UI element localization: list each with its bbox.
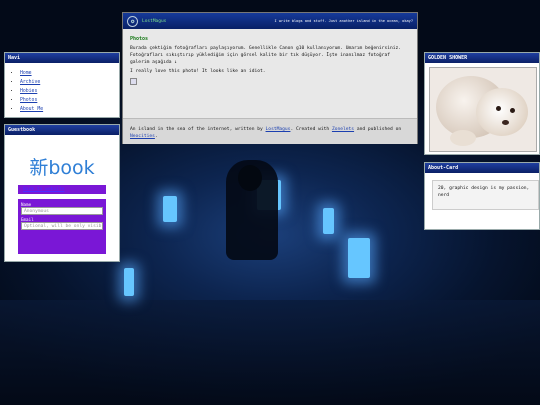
nav-panel: Navi Home Archive Hobies Photos About Me [4,52,120,118]
nav-item: About Me [20,105,119,114]
nav-list: Home Archive Hobies Photos About Me [5,63,119,114]
background-screen-glow [323,208,334,234]
footer-text: . Created with [290,127,332,132]
site-header: ❂ LostMagus I write blogs and stuff. Jus… [123,13,417,29]
nav-item: Hobies [20,87,119,96]
guestbook-email-input[interactable]: Optional, will be only visible to m [21,222,103,230]
guestbook-embed: 新book Back to website Name Anonymous Ema… [10,141,114,259]
guestbook-back-link[interactable]: Back to website [18,185,106,194]
puppy-eye [510,108,515,113]
background-screen-glow [348,238,370,278]
guestbook-form: Name Anonymous Email Optional, will be o… [18,199,106,254]
main-content-panel: ❂ LostMagus I write blogs and stuff. Jus… [122,12,418,144]
nav-link-archive[interactable]: Archive [20,80,40,85]
nav-item: Archive [20,78,119,87]
guestbook-logo: 新book [29,157,95,179]
puppy-head [476,88,528,136]
golden-shower-panel: GOLDEN SHOWER [424,52,540,155]
guestbook-title: Guestbook [5,125,119,135]
post: Photos Burada çektiğim fotoğrafları payl… [123,29,417,119]
puppy-paw [450,130,476,146]
post-title: Photos [130,36,149,42]
footer-tool-link[interactable]: Zonelets [332,127,354,132]
nav-title: Navi [5,53,119,63]
about-card-panel: About-Card 20, graphic design is my pass… [424,162,540,230]
background-screen-glow [124,268,134,296]
post-note: I really love this photo! It looks like … [130,69,266,74]
footer-host-link[interactable]: Neocities [130,134,155,139]
nav-item: Home [20,69,119,78]
about-card-title: About-Card [425,163,539,173]
broken-image-icon[interactable] [130,78,137,85]
footer-text: . [154,134,158,139]
puppy-nose [502,120,509,125]
nav-item: Photos [20,96,119,105]
page-footer: An island in the sea of the internet, wr… [123,119,417,144]
guestbook-panel: Guestbook 新book Back to website Name Ano… [4,124,120,262]
nav-link-home[interactable]: Home [20,71,32,76]
post-body: Burada çektiğim fotoğrafları paylaşıyoru… [130,46,402,65]
golden-shower-title: GOLDEN SHOWER [425,53,539,63]
site-tagline: I write blogs and stuff. Just another is… [274,19,413,23]
background-screen-glow [163,196,177,222]
nav-link-about-me[interactable]: About Me [20,107,43,112]
background-silhouette-head [238,165,262,191]
guestbook-name-input[interactable]: Anonymous [21,207,103,215]
puppy-photo [429,67,537,152]
about-card-text: 20, graphic design is my passion, nerd [432,180,539,210]
footer-text: and published on [354,127,402,132]
background-floor [0,300,540,405]
nav-link-hobies[interactable]: Hobies [20,89,37,94]
puppy-eye [496,106,501,111]
nav-link-photos[interactable]: Photos [20,98,37,103]
footer-text: An island in the sea of the internet, wr… [130,127,266,132]
footer-author-link[interactable]: LostMagus [266,127,291,132]
site-logo-icon[interactable]: ❂ [127,15,138,27]
site-name[interactable]: LostMagus [142,19,166,24]
